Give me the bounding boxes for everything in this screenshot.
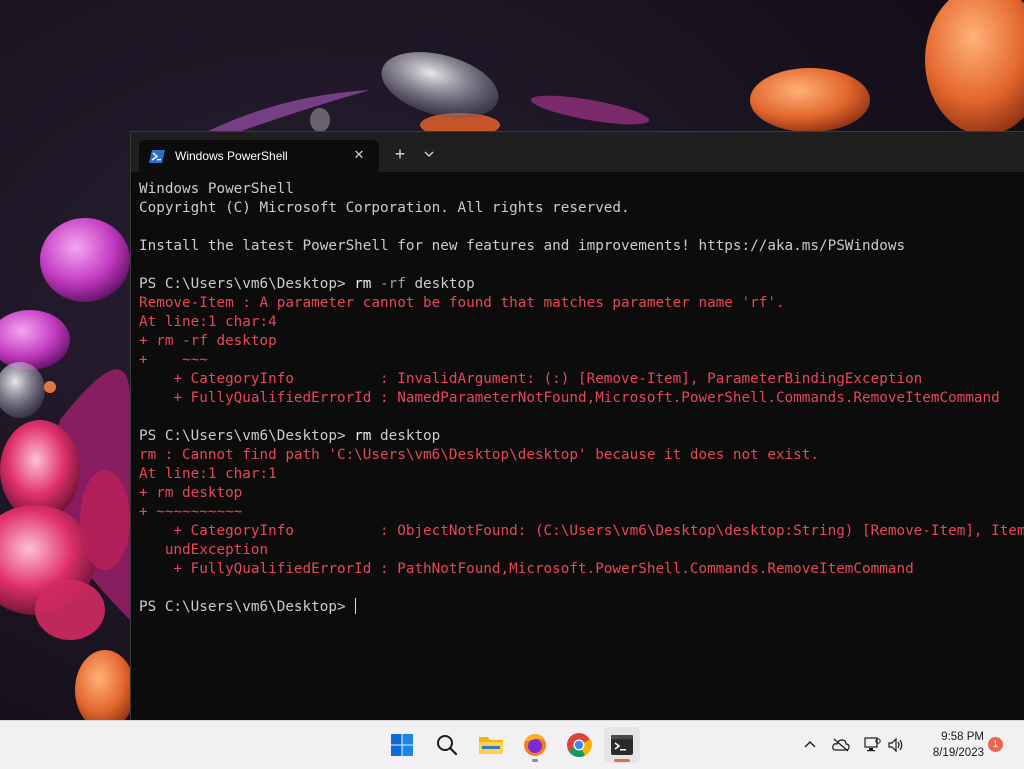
console-text: desktop xyxy=(371,428,441,444)
volume-icon[interactable] xyxy=(886,735,906,755)
console-line: + FullyQualifiedErrorId : NamedParameter… xyxy=(139,389,1024,408)
console-text: undException xyxy=(139,542,269,558)
search-icon xyxy=(437,735,458,756)
console-output[interactable]: Windows PowerShell Copyright (C) Microsof… xyxy=(139,180,1024,720)
console-line: PS C:\Users\vm6\Desktop> rm desktop xyxy=(139,427,1024,446)
network-icon[interactable] xyxy=(862,735,882,755)
console-line: + rm desktop xyxy=(139,484,1024,503)
clock[interactable]: 9:58 PM 8/19/2023 xyxy=(914,729,984,761)
console-line: + ~~~~~~~~~~ xyxy=(139,503,1024,522)
console-text: + FullyQualifiedErrorId : NamedParameter… xyxy=(139,390,1000,406)
console-text: Remove-Item : A parameter cannot be foun… xyxy=(139,295,785,311)
console-line: PS C:\Users\vm6\Desktop> xyxy=(139,598,1024,617)
start-button[interactable] xyxy=(384,727,420,763)
chrome-button[interactable] xyxy=(561,727,597,763)
console-text: PS C:\Users\vm6\Desktop> xyxy=(139,276,355,292)
console-line: + CategoryInfo : InvalidArgument: (:) [R… xyxy=(139,370,1024,389)
console-text: rm : Cannot find path 'C:\Users\vm6\Desk… xyxy=(139,447,819,463)
folder-icon xyxy=(479,737,503,754)
firefox-button[interactable] xyxy=(517,727,553,763)
console-text: + ~~~~~~~~~~ xyxy=(139,504,243,520)
tab-windows-powershell[interactable]: Windows PowerShell ✕ xyxy=(139,140,379,172)
firefox-icon xyxy=(524,734,546,756)
terminal-icon xyxy=(611,735,633,755)
chrome-icon xyxy=(567,733,592,758)
console-text: rm xyxy=(354,428,372,444)
active-indicator xyxy=(614,759,630,762)
onedrive-icon[interactable] xyxy=(831,735,851,755)
new-tab-button[interactable]: + xyxy=(390,144,410,164)
tab-title: Windows PowerShell xyxy=(175,149,288,163)
taskbar: 9:58 PM 8/19/2023 1 xyxy=(0,720,1024,769)
speaker-icon xyxy=(888,737,903,753)
console-line: + CategoryInfo : ObjectNotFound: (C:\Use… xyxy=(139,522,1024,541)
console-text: At line:1 char:4 xyxy=(139,314,277,330)
console-line: undException xyxy=(139,541,1024,560)
search-button[interactable] xyxy=(429,727,465,763)
chevron-up-icon xyxy=(804,741,816,748)
console-text: + rm -rf desktop xyxy=(139,333,277,349)
console-line: At line:1 char:4 xyxy=(139,313,1024,332)
clock-date: 8/19/2023 xyxy=(932,747,984,759)
clock-time: 9:58 PM xyxy=(941,731,984,743)
running-indicator xyxy=(532,759,538,762)
console-text: PS C:\Users\vm6\Desktop> xyxy=(139,599,355,615)
show-hidden-icons-button[interactable] xyxy=(800,735,820,755)
console-line: At line:1 char:1 xyxy=(139,465,1024,484)
cloud-offline-icon xyxy=(832,738,850,752)
console-line: rm : Cannot find path 'C:\Users\vm6\Desk… xyxy=(139,446,1024,465)
console-line: Copyright (C) Microsoft Corporation. All… xyxy=(139,199,1024,218)
close-tab-icon[interactable]: ✕ xyxy=(351,147,367,163)
text-cursor xyxy=(355,598,357,614)
terminal-button[interactable] xyxy=(604,727,640,763)
console-text: + CategoryInfo : InvalidArgument: (:) [R… xyxy=(139,371,923,387)
console-line: + rm -rf desktop xyxy=(139,332,1024,351)
console-text: + CategoryInfo : ObjectNotFound: (C:\Use… xyxy=(139,523,1024,539)
title-bar[interactable]: Windows PowerShell ✕ + xyxy=(131,132,1024,172)
console-line: + ~~~ xyxy=(139,351,1024,370)
console-text: Windows PowerShell xyxy=(139,181,294,197)
console-text: + rm desktop xyxy=(139,485,243,501)
console-line: Install the latest PowerShell for new fe… xyxy=(139,237,1024,256)
console-line: Windows PowerShell xyxy=(139,180,1024,199)
notification-badge[interactable]: 1 xyxy=(988,737,1003,752)
terminal-window[interactable]: Windows PowerShell ✕ + Windows PowerShel… xyxy=(130,131,1024,720)
console-text: PS C:\Users\vm6\Desktop> xyxy=(139,428,355,444)
console-text: + FullyQualifiedErrorId : PathNotFound,M… xyxy=(139,561,914,577)
windows-logo-icon xyxy=(391,734,413,756)
chevron-down-icon[interactable] xyxy=(420,145,438,163)
file-explorer-button[interactable] xyxy=(473,727,509,763)
console-text: Install the latest PowerShell for new fe… xyxy=(139,238,906,254)
console-text: -rf xyxy=(371,276,406,292)
console-line: Remove-Item : A parameter cannot be foun… xyxy=(139,294,1024,313)
network-wired-icon xyxy=(864,737,881,752)
console-text: desktop xyxy=(405,276,475,292)
console-text: At line:1 char:1 xyxy=(139,466,277,482)
console-text: Copyright (C) Microsoft Corporation. All… xyxy=(139,200,630,216)
console-text: rm xyxy=(354,276,372,292)
console-line: + FullyQualifiedErrorId : PathNotFound,M… xyxy=(139,560,1024,579)
console-text: + ~~~ xyxy=(139,352,208,368)
console-line: PS C:\Users\vm6\Desktop> rm -rf desktop xyxy=(139,275,1024,294)
powershell-icon xyxy=(149,149,165,163)
